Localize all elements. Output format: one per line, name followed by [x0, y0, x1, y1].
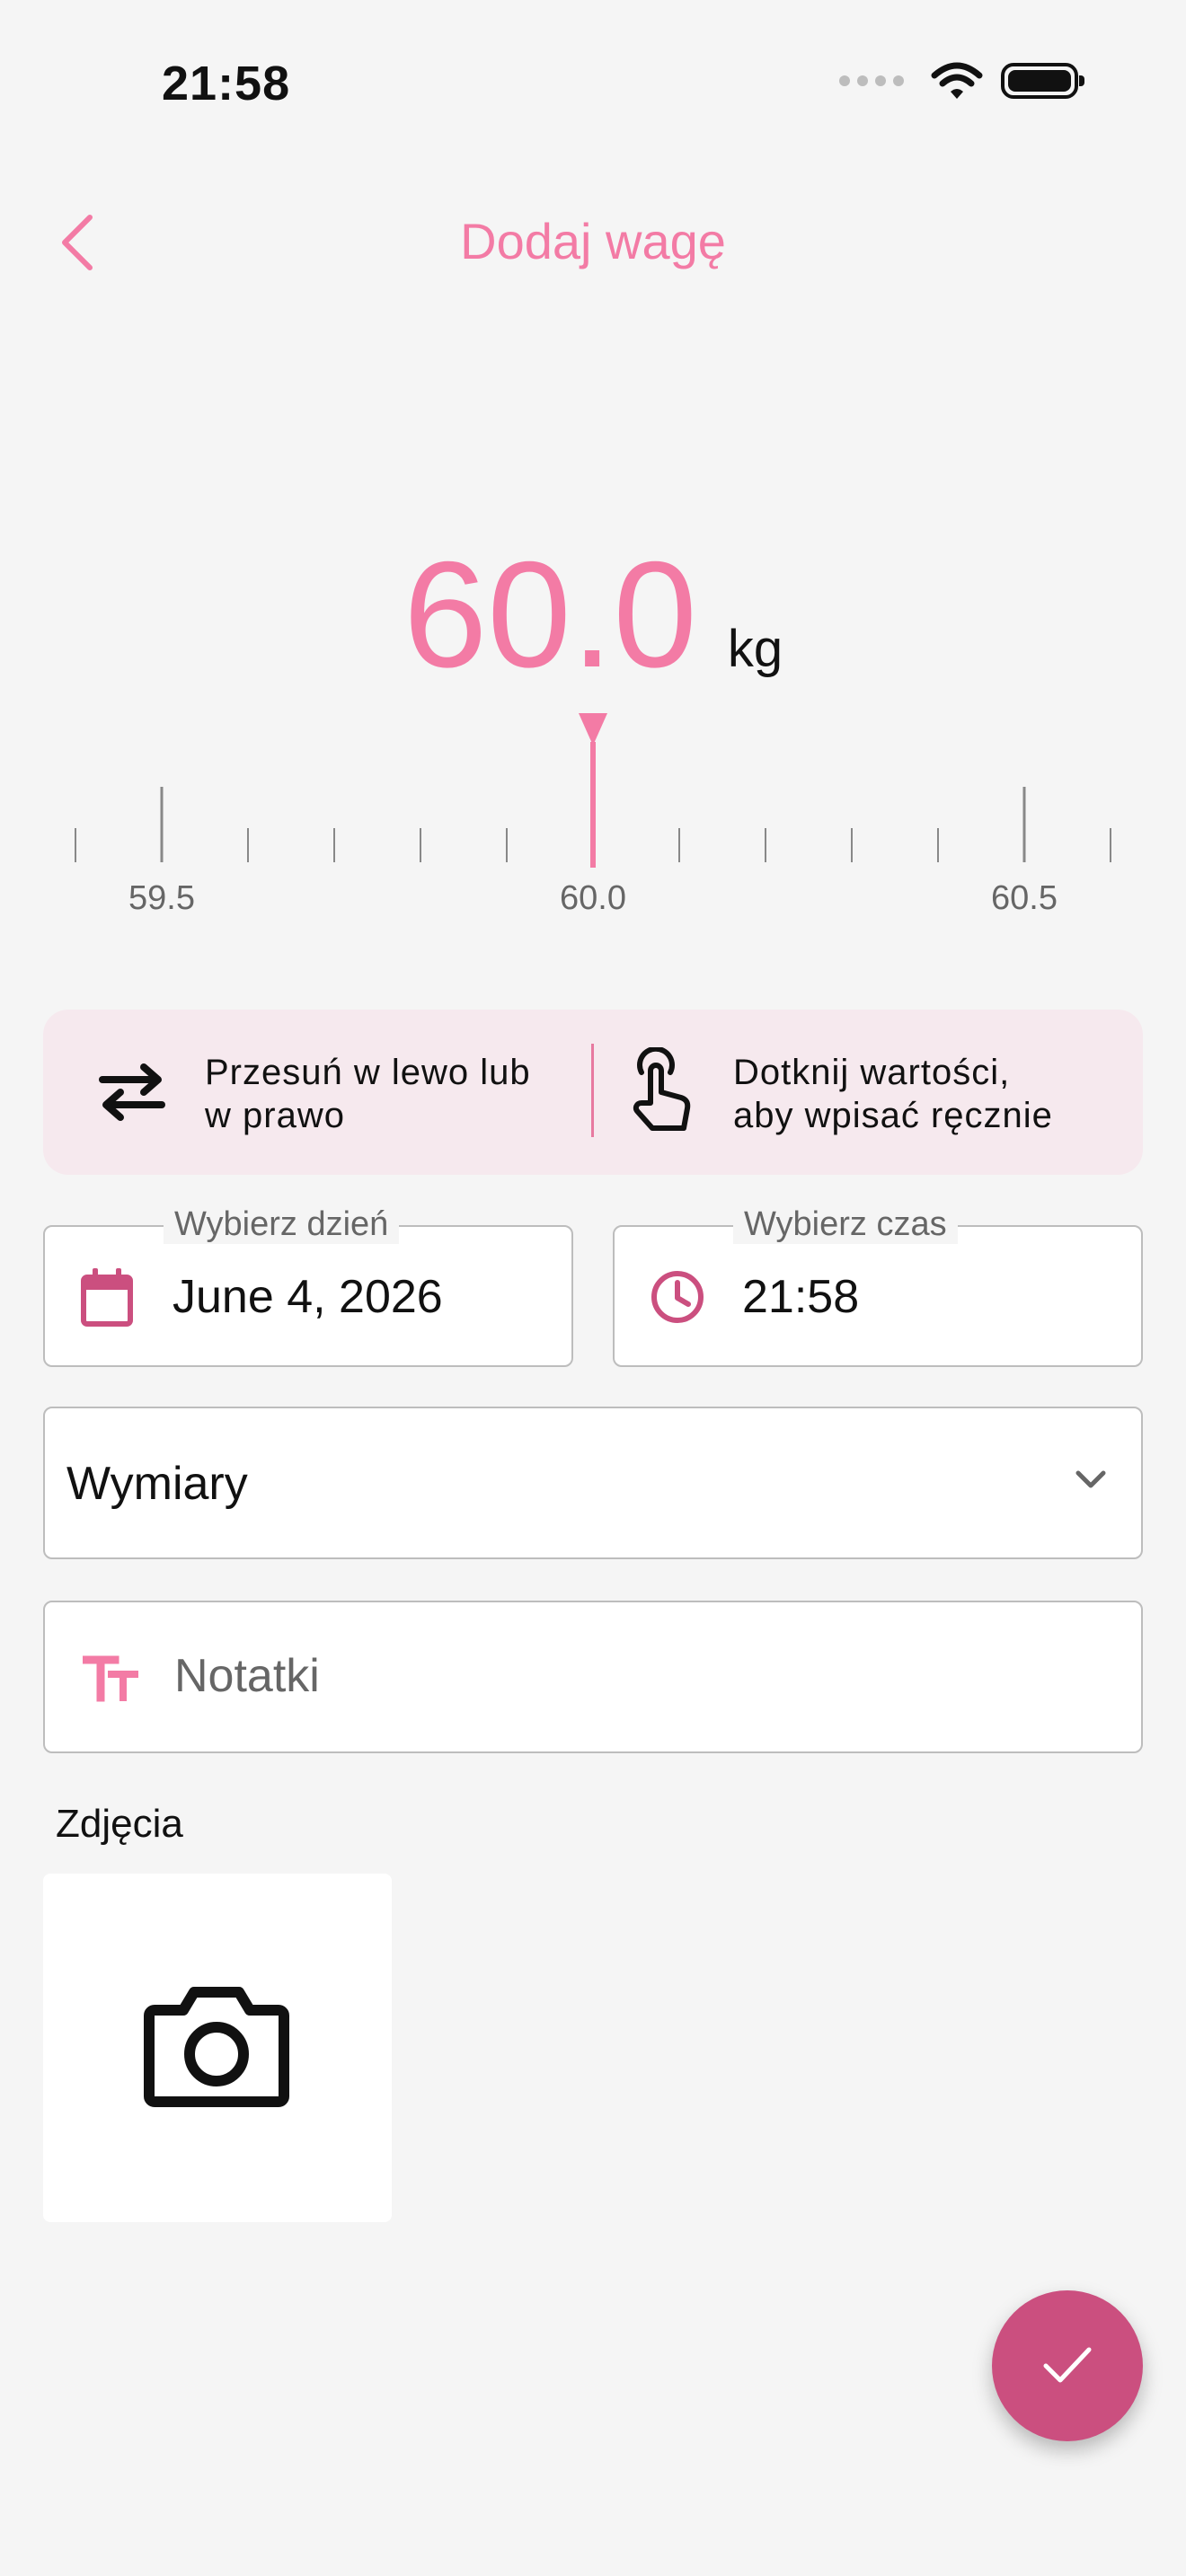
notes-placeholder: Notatki: [174, 1650, 320, 1702]
time-field-label: Wybierz czas: [733, 1205, 958, 1244]
hint-swipe-line2: w prawo: [205, 1096, 345, 1135]
photos-title: Zdjęcia: [56, 1802, 183, 1846]
ruler-pointer-icon: [579, 713, 607, 745]
status-icons: [839, 61, 1084, 101]
time-field[interactable]: Wybierz czas 21:58: [613, 1205, 1143, 1367]
hint-tap-text: Dotknij wartości, aby wpisać ręcznie: [733, 1051, 1053, 1137]
signal-dots-icon: [839, 75, 904, 86]
swap-arrows-icon: [99, 1063, 165, 1121]
weight-value[interactable]: 60.0: [403, 539, 697, 690]
hint-swipe-line1: Przesuń w lewo lub: [205, 1053, 531, 1092]
hint-swipe-text: Przesuń w lewo lub w prawo: [205, 1051, 531, 1137]
ruler-label-min: 59.5: [128, 879, 195, 917]
date-field[interactable]: Wybierz dzień June 4, 2026: [43, 1205, 573, 1367]
hint-tap-line1: Dotknij wartości,: [733, 1053, 1011, 1092]
calendar-icon: [81, 1268, 133, 1327]
ruler-label-mid: 60.0: [560, 879, 626, 917]
hint-divider: [591, 1044, 594, 1137]
chevron-down-icon: [1075, 1470, 1106, 1488]
add-photo-button[interactable]: [43, 1874, 392, 2222]
notes-field[interactable]: Notatki: [43, 1601, 1143, 1753]
check-icon: [1043, 2347, 1092, 2383]
ruler-indicator: [590, 742, 596, 868]
save-fab-button[interactable]: [992, 2290, 1143, 2441]
clock-icon: [651, 1271, 704, 1323]
weight-ruler-slider[interactable]: 59.5 60.0 60.5: [0, 710, 1186, 925]
measurements-dropdown[interactable]: Wymiary: [43, 1407, 1143, 1559]
weight-unit: kg: [727, 620, 783, 678]
battery-icon: [1001, 63, 1084, 99]
date-field-label: Wybierz dzień: [164, 1205, 400, 1244]
hint-tap-line2: aby wpisać ręcznie: [733, 1096, 1053, 1135]
wifi-icon: [931, 62, 983, 99]
date-value: June 4, 2026: [173, 1271, 443, 1323]
page-title: Dodaj wagę: [460, 213, 726, 269]
text-size-icon: [83, 1655, 138, 1702]
ruler-label-max: 60.5: [991, 879, 1058, 917]
time-value: 21:58: [742, 1271, 860, 1323]
touch-finger-icon: [633, 1047, 691, 1131]
status-time: 21:58: [162, 57, 291, 110]
camera-icon: [144, 1987, 289, 2107]
weight-display[interactable]: 60.0 kg: [0, 539, 1186, 690]
measurements-label: Wymiary: [66, 1458, 248, 1510]
